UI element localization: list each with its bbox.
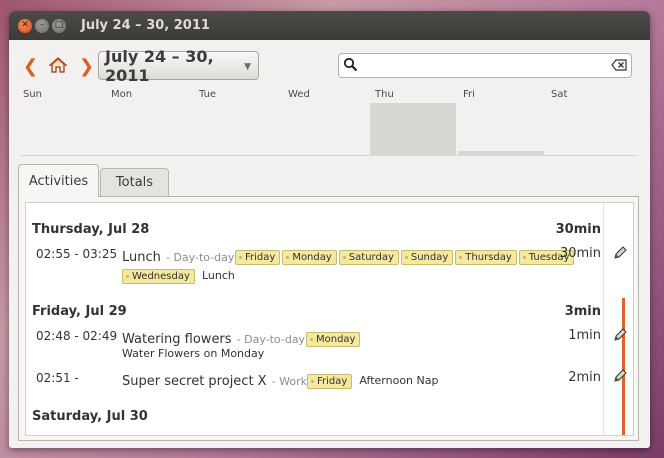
day-activity-bars xyxy=(20,103,637,156)
weekday-label: Tue xyxy=(199,89,217,100)
tab-activities[interactable]: Activities xyxy=(18,164,99,197)
fact-duration: 1min xyxy=(568,328,601,343)
search-input[interactable] xyxy=(361,56,605,75)
forward-arrow-icon[interactable]: ❯ xyxy=(79,56,94,77)
day-activity-bar xyxy=(458,151,545,155)
chevron-down-icon: ▼ xyxy=(244,62,251,72)
fact-tags: Friday Monday Saturday Sunday Thursday Tuesda… xyxy=(235,245,576,265)
tag: Thursday xyxy=(455,250,517,265)
fact-description: Water Flowers on Monday xyxy=(122,347,265,360)
tag: Friday xyxy=(235,250,281,265)
fact-tags: Monday xyxy=(306,327,362,347)
back-arrow-icon[interactable]: ❮ xyxy=(23,56,38,77)
fact-title[interactable]: Watering flowers - Day-to-day xyxy=(122,328,305,347)
tag: Saturday xyxy=(338,250,399,265)
weekday-label: Wed xyxy=(288,89,310,100)
toolbar: ❮ ❯ July 24 – 30, 2011 ▼ xyxy=(9,47,650,85)
weekday-label: Fri xyxy=(463,89,475,100)
day-heading: Thursday, Jul 28 xyxy=(32,222,150,237)
weekday-label: Thu xyxy=(375,89,394,100)
day-total: 3min xyxy=(564,304,601,319)
tag: Monday xyxy=(282,250,337,265)
tag: Sunday xyxy=(400,250,454,265)
titlebar: ✕ – □ July 24 – 30, 2011 xyxy=(9,11,650,40)
tag: Friday xyxy=(307,374,353,389)
pencil-icon[interactable] xyxy=(612,368,628,384)
day-heading: Friday, Jul 29 xyxy=(32,304,127,319)
clear-icon[interactable] xyxy=(611,59,627,71)
window-title: July 24 – 30, 2011 xyxy=(81,18,210,33)
fact-detail: Friday Afternoon Nap xyxy=(307,369,438,389)
fact-category: - Day-to-day xyxy=(165,251,235,264)
weekday-label: Sun xyxy=(23,89,43,100)
date-range-label: July 24 – 30, 2011 xyxy=(105,46,214,85)
fact-title[interactable]: Lunch - Day-to-day xyxy=(122,246,234,265)
fact-category: - Work xyxy=(271,375,308,388)
search-icon xyxy=(343,57,358,72)
maximize-icon[interactable]: □ xyxy=(52,18,66,33)
fact-title[interactable]: Super secret project X - Work xyxy=(122,370,307,389)
day-activity-bar xyxy=(369,103,456,155)
weekday-label: Mon xyxy=(111,89,133,100)
app-window: ✕ – □ July 24 – 30, 2011 ❮ ❯ July 24 – 3… xyxy=(9,11,650,448)
fact-detail: Wednesday Lunch xyxy=(122,264,235,284)
minimize-icon[interactable]: – xyxy=(35,18,49,33)
pencil-icon[interactable] xyxy=(612,245,628,261)
fact-time: 02:55 - 03:25 xyxy=(36,247,118,261)
activities-panel: Thursday, Jul 28 30min 02:55 - 03:25 Lun… xyxy=(18,196,639,441)
close-icon[interactable]: ✕ xyxy=(18,18,32,33)
search-box xyxy=(338,53,632,78)
fact-name: Watering flowers xyxy=(122,332,232,347)
tab-totals[interactable]: Totals xyxy=(100,168,169,196)
tag: Monday xyxy=(306,332,361,347)
fact-time: 02:51 - xyxy=(36,371,79,385)
column-divider xyxy=(603,203,604,435)
day-total: 30min xyxy=(555,222,601,237)
fact-description: Afternoon Nap xyxy=(359,374,439,387)
fact-name: Lunch xyxy=(122,250,161,265)
home-icon[interactable] xyxy=(49,56,67,74)
day-heading: Saturday, Jul 30 xyxy=(32,409,148,424)
facts-list: Thursday, Jul 28 30min 02:55 - 03:25 Lun… xyxy=(25,202,634,436)
fact-duration: 2min xyxy=(568,370,601,385)
tag: Wednesday xyxy=(122,269,195,284)
scrollbar-indicator[interactable] xyxy=(622,298,625,435)
fact-time: 02:48 - 02:49 xyxy=(36,329,118,343)
fact-category: - Day-to-day xyxy=(236,333,306,346)
fact-duration: 30min xyxy=(559,246,601,261)
pencil-icon[interactable] xyxy=(612,327,628,343)
weekday-label: Sat xyxy=(551,89,568,100)
fact-description: Lunch xyxy=(202,269,235,282)
date-range-combo[interactable]: July 24 – 30, 2011 ▼ xyxy=(98,47,259,85)
fact-name: Super secret project X xyxy=(122,374,267,389)
